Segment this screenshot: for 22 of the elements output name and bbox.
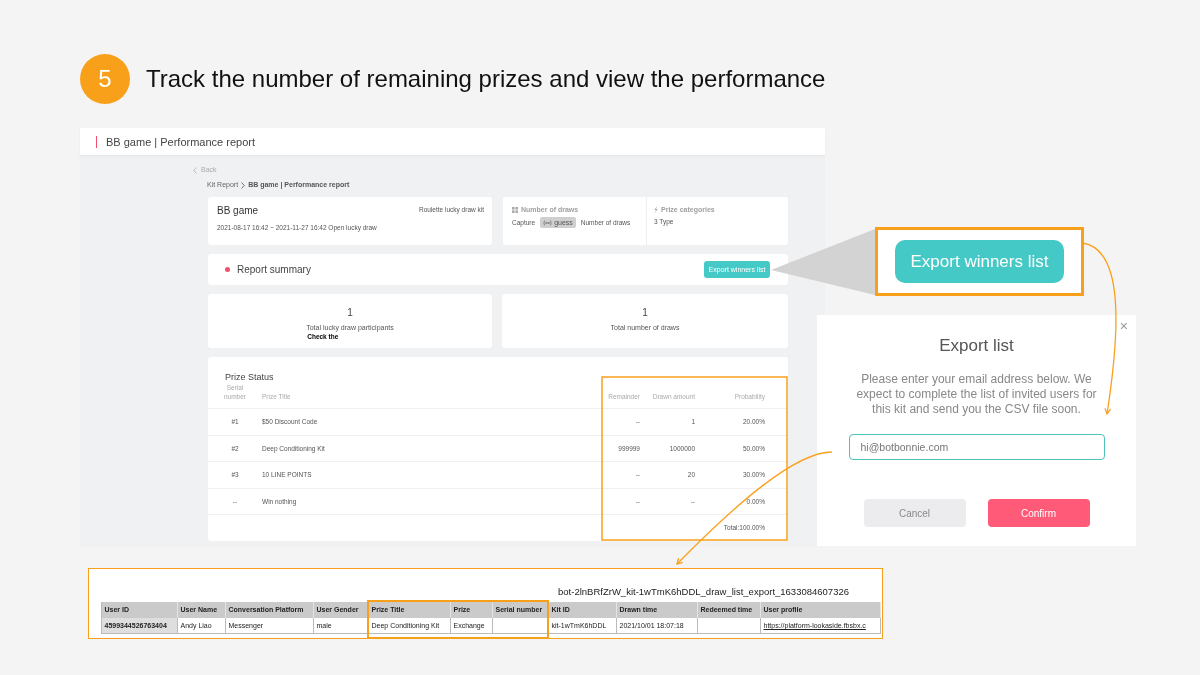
email-field[interactable]: hi@botbonnie.com bbox=[848, 434, 1105, 460]
dialog-title: Export list bbox=[939, 336, 1014, 356]
summary-title: Report summary bbox=[237, 263, 311, 276]
double-arrow-icon bbox=[543, 219, 553, 226]
stat-value: 1 bbox=[642, 307, 648, 319]
grid-icon bbox=[512, 206, 518, 213]
stat-value: 1 bbox=[347, 307, 353, 319]
slide-title: Track the number of remaining prizes and view the performance bbox=[146, 65, 826, 93]
kit-name: BB game bbox=[217, 205, 259, 217]
chevron-left-icon bbox=[193, 166, 197, 174]
dialog-message: Please enter your email address below. We expect to complete the list of invited users for this kit and send you the CSV file soon. bbox=[855, 372, 1098, 417]
file-name: bot-2lnBRfZrW_kit-1wTmK6hDDL_draw_list_export_1633084607326 bbox=[558, 586, 849, 598]
close-button[interactable]: × bbox=[1119, 319, 1128, 333]
dot-icon bbox=[225, 267, 230, 272]
chevron-right-icon bbox=[241, 181, 246, 189]
step-number-badge: 5 bbox=[80, 54, 130, 104]
cancel-button[interactable]: Cancel bbox=[863, 499, 966, 527]
lightning-icon bbox=[654, 206, 658, 213]
confirm-button[interactable]: Confirm bbox=[987, 499, 1090, 527]
export-winners-button[interactable]: Export winners list bbox=[895, 240, 1064, 283]
page-title: BB game | Performance report bbox=[96, 135, 255, 148]
section-title: Prize Status bbox=[225, 371, 274, 383]
